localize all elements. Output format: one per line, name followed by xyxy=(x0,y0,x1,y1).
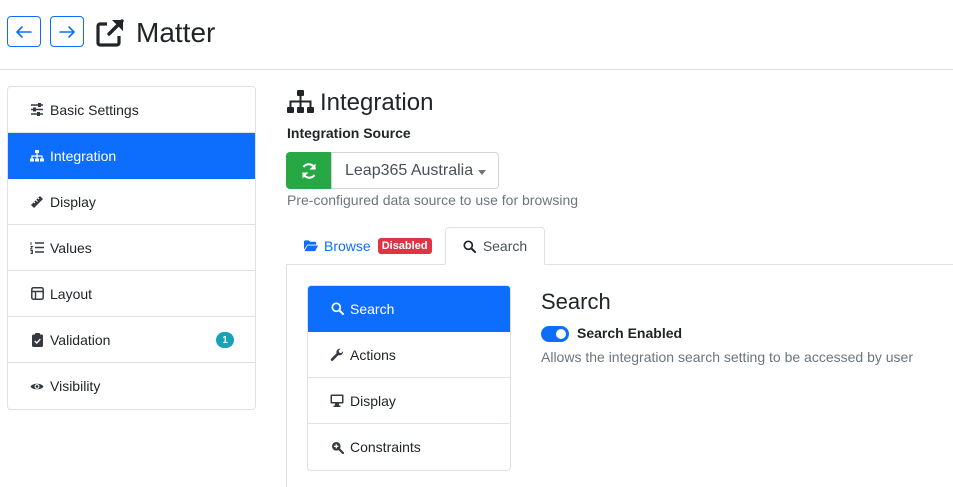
eye-icon xyxy=(30,379,44,393)
tab-label: Search xyxy=(482,238,528,254)
forward-button[interactable] xyxy=(50,16,84,47)
sidebar-item-display[interactable]: Display xyxy=(8,179,255,225)
search-plus-icon xyxy=(330,440,344,454)
integration-source-value: Leap365 Australia xyxy=(345,161,474,179)
sitemap-icon xyxy=(287,90,314,113)
integration-source-help: Pre-configured data source to use for br… xyxy=(287,192,579,208)
sitemap-icon xyxy=(30,149,44,163)
arrow-right-icon xyxy=(59,25,75,38)
sidebar-item-integration[interactable]: Integration xyxy=(8,133,255,179)
back-button[interactable] xyxy=(7,16,41,47)
list-item-search[interactable]: Search xyxy=(308,286,510,332)
refresh-icon xyxy=(302,162,316,179)
search-enabled-label: Search Enabled xyxy=(577,325,683,341)
sliders-icon xyxy=(30,103,44,117)
sidebar-item-basic-settings[interactable]: Basic Settings xyxy=(8,87,255,133)
ruler-icon xyxy=(30,195,44,209)
search-icon xyxy=(330,302,344,316)
sidebar-item-label: Layout xyxy=(50,285,93,302)
section-title: Integration xyxy=(320,89,434,116)
external-link-icon xyxy=(96,19,124,47)
sidebar-item-label: Integration xyxy=(50,147,117,164)
sidebar-item-layout[interactable]: Layout xyxy=(8,271,255,317)
list-item-label: Display xyxy=(350,392,396,409)
list-item-constraints[interactable]: Constraints xyxy=(308,424,510,470)
layout-icon xyxy=(30,287,44,301)
toggle-knob xyxy=(556,329,566,339)
tab-search[interactable]: Search xyxy=(445,227,545,265)
top-header: Matter xyxy=(0,0,953,70)
caret-down-icon xyxy=(478,170,486,175)
desktop-icon xyxy=(330,394,344,408)
sidebar-item-label: Validation xyxy=(50,331,111,348)
tab-label: Browse xyxy=(324,238,371,254)
sidebar-item-visibility[interactable]: Visibility xyxy=(8,363,255,409)
validation-count-badge: 1 xyxy=(216,332,234,348)
search-enabled-toggle[interactable] xyxy=(541,326,569,342)
list-item-label: Constraints xyxy=(350,439,421,455)
list-item-actions[interactable]: Actions xyxy=(308,332,510,378)
search-settings-list: Search Actions Display Constraints xyxy=(307,285,511,471)
search-heading: Search xyxy=(541,289,611,314)
refresh-button[interactable] xyxy=(286,152,332,189)
list-item-display[interactable]: Display xyxy=(308,378,510,424)
sidebar-item-label: Display xyxy=(50,193,96,210)
folder-open-icon xyxy=(304,239,318,253)
integration-source-label: Integration Source xyxy=(287,125,411,141)
sidebar-item-label: Values xyxy=(50,239,92,256)
tab-browse[interactable]: Browse Disabled xyxy=(304,227,432,265)
sidebar-item-validation[interactable]: Validation 1 xyxy=(8,317,255,363)
integration-source-select[interactable]: Leap365 Australia xyxy=(331,152,499,189)
arrow-left-icon xyxy=(16,25,32,38)
clipboard-check-icon xyxy=(30,332,44,347)
search-enabled-help: Allows the integration search setting to… xyxy=(541,349,913,365)
settings-sidebar: Basic Settings Integration Display Value… xyxy=(7,86,256,410)
page-title: Matter xyxy=(136,17,216,48)
sidebar-item-label: Visibility xyxy=(50,378,101,394)
list-item-label: Search xyxy=(350,300,395,317)
search-icon xyxy=(463,239,477,253)
sidebar-item-label: Basic Settings xyxy=(50,101,139,118)
disabled-badge: Disabled xyxy=(377,238,432,254)
sidebar-item-values[interactable]: Values xyxy=(8,225,255,271)
wrench-icon xyxy=(330,348,344,362)
list-item-label: Actions xyxy=(350,346,396,363)
list-ol-icon xyxy=(30,241,44,255)
